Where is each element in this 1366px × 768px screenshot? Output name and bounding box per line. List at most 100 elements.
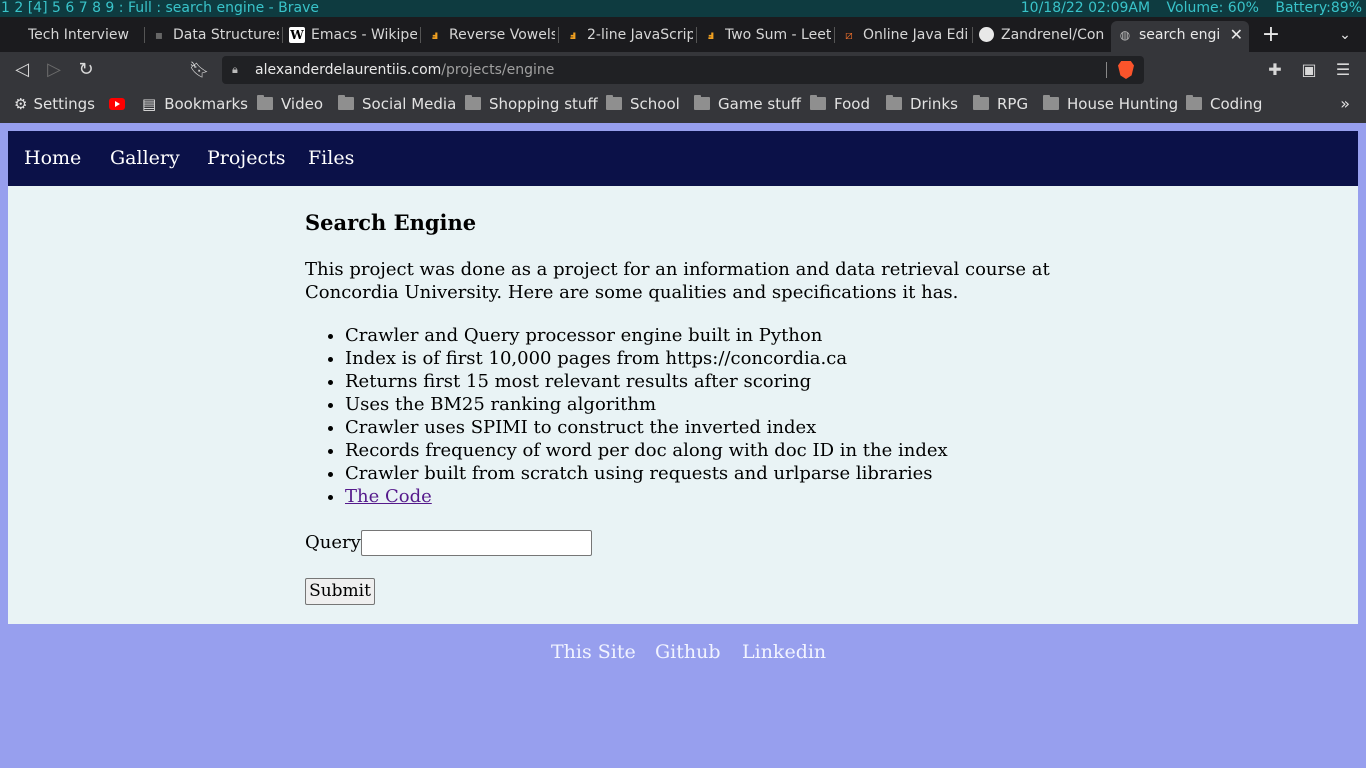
brave-shields-icon[interactable] (1118, 61, 1134, 79)
footer-github-link[interactable]: Github (655, 637, 721, 667)
reload-icon[interactable]: ↻ (73, 57, 99, 83)
new-tab-icon[interactable]: + (1259, 21, 1283, 49)
tab-label: Tech Interview (28, 27, 129, 43)
bookmark-label: Settings (33, 95, 95, 113)
tab-item-active[interactable]: ◍ search engi ✕ (1111, 21, 1249, 52)
tab-item[interactable]: ⅎ 2-line JavaScrip (559, 21, 697, 49)
bookmark-bookmarks[interactable]: ▤ Bookmarks (142, 88, 248, 120)
tab-item[interactable]: ⧄ Online Java Edi (835, 21, 973, 49)
submit-button[interactable]: Submit (305, 578, 375, 605)
nav-files-link[interactable]: Files (308, 131, 354, 186)
bookmarks-icon: ▤ (142, 95, 157, 113)
tab-label: Online Java Edi (863, 27, 969, 43)
bookmark-folder-rpg[interactable]: RPG (973, 88, 1028, 120)
wallet-icon[interactable]: ▣ (1296, 57, 1322, 83)
tab-strip: Tech Interview ▪ Data Structures W Emacs… (0, 17, 1366, 52)
browser-chrome: Tech Interview ▪ Data Structures W Emacs… (0, 17, 1366, 123)
bookmarks-bar: ⚙ Settings ▤ Bookmarks Video Social Media … (0, 88, 1366, 123)
toolbar: ◁ ▷ ↻ 🔖︎ 🔒︎ alexanderdelaurentiis.com/pr… (0, 52, 1366, 88)
bookmark-folder-food[interactable]: Food (810, 88, 870, 120)
bookmark-folder-drinks[interactable]: Drinks (886, 88, 958, 120)
footer-linkedin-link[interactable]: Linkedin (742, 637, 826, 667)
bookmark-youtube[interactable] (109, 88, 125, 120)
list-item: Uses the BM25 ranking algorithm (345, 393, 948, 416)
gear-icon: ⚙ (14, 95, 28, 113)
datetime-text: 10/18/22 02:09AM (1020, 0, 1151, 16)
bookmark-label: Coding (1210, 95, 1263, 113)
wikipedia-icon: W (289, 27, 305, 43)
folder-icon (606, 95, 622, 110)
workspace-indicator[interactable]: 1 2 [4] 5 6 7 8 9 : Full : search engine… (1, 0, 319, 16)
tab-item[interactable]: W Emacs - Wikipe (283, 21, 421, 49)
leetcode-icon: ⅎ (569, 28, 577, 42)
bookmark-folder-game-stuff[interactable]: Game stuff (694, 88, 801, 120)
lock-icon: 🔒︎ (232, 63, 238, 76)
list-item: Crawler uses SPIMI to construct the inve… (345, 416, 948, 439)
bookmark-label: Food (834, 95, 870, 113)
bookmark-label: Video (281, 95, 324, 113)
folder-icon (973, 95, 989, 110)
query-input[interactable] (361, 530, 592, 556)
site-footer: This Site Github Linkedin (0, 637, 1366, 667)
site-nav: Home Gallery Projects Files (8, 131, 1358, 186)
tab-label: Two Sum - Leet (725, 27, 831, 43)
bookmark-folder-school[interactable]: School (606, 88, 680, 120)
query-label: Query: (305, 532, 367, 553)
tab-item[interactable]: Tech Interview (0, 21, 145, 49)
project-intro: This project was done as a project for a… (305, 259, 1050, 303)
nav-home-link[interactable]: Home (24, 131, 81, 186)
main-content: Search Engine This project was done as a… (8, 186, 1358, 624)
bookmark-folder-social-media[interactable]: Social Media (338, 88, 456, 120)
footer-this-site-link[interactable]: This Site (551, 637, 636, 667)
bookmark-settings[interactable]: ⚙ Settings (14, 88, 95, 120)
extensions-icon[interactable]: ✚ (1262, 57, 1288, 83)
youtube-icon (109, 98, 125, 110)
github-icon (979, 27, 994, 42)
more-bookmarks-icon[interactable]: » (1340, 88, 1350, 120)
tab-item[interactable]: ⅎ Reverse Vowels (421, 21, 559, 49)
tech-icon (6, 27, 22, 43)
bookmark-folder-video[interactable]: Video (257, 88, 323, 120)
java-icon: ⧄ (845, 28, 853, 42)
window-manager-bar: 1 2 [4] 5 6 7 8 9 : Full : search engine… (0, 0, 1366, 17)
address-bar[interactable]: 🔒︎ alexanderdelaurentiis.com/projects/en… (222, 56, 1144, 84)
folder-icon (886, 95, 902, 110)
volume-text: Volume: 60% (1166, 0, 1259, 16)
bookmark-label: School (630, 95, 680, 113)
folder-icon (338, 95, 354, 110)
tab-label: search engi (1139, 27, 1219, 43)
battery-text: Battery:89% (1275, 0, 1362, 16)
bookmark-label: Shopping stuff (489, 95, 598, 113)
bookmark-folder-coding[interactable]: Coding (1186, 88, 1262, 120)
nav-projects-link[interactable]: Projects (207, 131, 285, 186)
close-tab-icon[interactable]: ✕ (1230, 21, 1243, 49)
tab-item[interactable]: Zandrenel/Con (973, 21, 1111, 49)
url-path: /projects/engine (441, 62, 555, 78)
bookmark-label: Social Media (362, 95, 457, 113)
back-icon[interactable]: ◁ (9, 57, 35, 83)
tab-item[interactable]: ▪ Data Structures (145, 21, 283, 49)
tab-label: Reverse Vowels (449, 27, 555, 43)
tab-item[interactable]: ⅎ Two Sum - Leet (697, 21, 835, 49)
list-item: Crawler and Query processor engine built… (345, 324, 948, 347)
bookmark-folder-shopping[interactable]: Shopping stuff (465, 88, 598, 120)
folder-icon (694, 95, 710, 110)
bookmark-icon[interactable]: 🔖︎ (188, 57, 210, 83)
web-page: Home Gallery Projects Files Search Engin… (0, 123, 1366, 768)
list-item: Index is of first 10,000 pages from http… (345, 347, 948, 370)
bookmark-label: Bookmarks (164, 95, 248, 113)
folder-icon (1186, 95, 1202, 110)
code-link[interactable]: The Code (345, 486, 432, 507)
tab-label: Data Structures (173, 27, 279, 43)
chevron-down-icon[interactable]: ⌄ (1333, 21, 1357, 49)
tab-label: 2-line JavaScrip (587, 27, 693, 43)
url-text[interactable]: alexanderdelaurentiis.com/projects/engin… (255, 56, 554, 84)
nav-gallery-link[interactable]: Gallery (110, 131, 180, 186)
menu-icon[interactable]: ☰ (1330, 57, 1356, 83)
system-status: 10/18/22 02:09AM Volume: 60% Battery:89% (1009, 0, 1362, 16)
list-item: Records frequency of word per doc along … (345, 439, 948, 462)
page-title: Search Engine (305, 210, 477, 235)
forward-icon[interactable]: ▷ (41, 57, 67, 83)
list-item: Returns first 15 most relevant results a… (345, 370, 948, 393)
bookmark-folder-house-hunting[interactable]: House Hunting (1043, 88, 1178, 120)
